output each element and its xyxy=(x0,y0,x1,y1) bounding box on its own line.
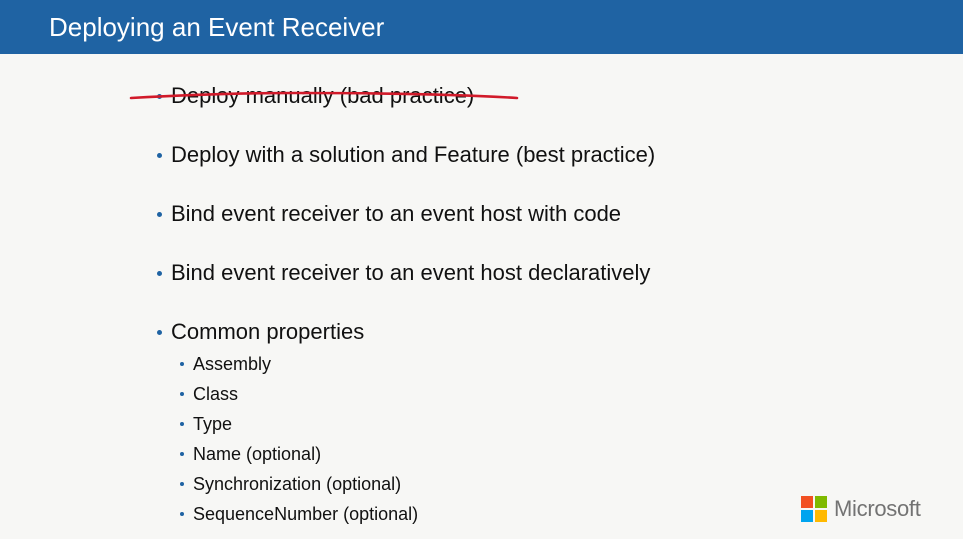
bullet-dot-icon xyxy=(157,153,162,158)
slide-title: Deploying an Event Receiver xyxy=(49,12,385,42)
sub-bullet-text: Name (optional) xyxy=(193,444,322,464)
microsoft-logo-icon xyxy=(801,496,828,523)
sub-bullet-item: Type xyxy=(180,412,232,436)
sub-bullet-text: Synchronization (optional) xyxy=(193,474,402,494)
bullet-text: Bind event receiver to an event host wit… xyxy=(171,201,622,226)
microsoft-logo-text: Microsoft xyxy=(834,496,921,521)
bullet-item: Deploy with a solution and Feature (best… xyxy=(157,141,655,169)
bullet-item: Common properties xyxy=(157,318,364,346)
bullet-item: Bind event receiver to an event host dec… xyxy=(157,259,650,287)
sub-bullet-item: Name (optional) xyxy=(180,442,321,466)
sub-bullet-item: Assembly xyxy=(180,352,271,376)
bullet-text: Bind event receiver to an event host dec… xyxy=(171,260,651,285)
bullet-item: Bind event receiver to an event host wit… xyxy=(157,200,621,228)
strike-stroke xyxy=(129,91,519,100)
sub-bullet-text: Assembly xyxy=(193,354,272,374)
bullet-dot-icon xyxy=(157,330,162,335)
strikethrough-annotation xyxy=(129,91,519,100)
sub-bullet-item: SequenceNumber (optional) xyxy=(180,502,418,526)
bullet-dot-icon xyxy=(180,512,184,516)
logo-square-yellow xyxy=(815,510,827,522)
bullet-dot-icon xyxy=(180,452,184,456)
logo-square-red xyxy=(801,496,813,508)
bullet-dot-icon xyxy=(180,362,184,366)
microsoft-logo: Microsoft xyxy=(801,496,926,524)
bullet-dot-icon xyxy=(180,482,184,486)
sub-bullet-text: Type xyxy=(193,414,233,434)
logo-square-blue xyxy=(801,510,813,522)
sub-bullet-text: SequenceNumber (optional) xyxy=(193,504,419,524)
bullet-text: Common properties xyxy=(171,319,365,344)
bullet-dot-icon xyxy=(157,212,162,217)
bullet-dot-icon xyxy=(180,422,184,426)
title-bar: Deploying an Event Receiver xyxy=(0,0,963,54)
bullet-dot-icon xyxy=(180,392,184,396)
bullet-dot-icon xyxy=(157,271,162,276)
sub-bullet-item: Class xyxy=(180,382,238,406)
bullet-text: Deploy with a solution and Feature (best… xyxy=(171,142,656,167)
logo-square-green xyxy=(815,496,827,508)
sub-bullet-text: Class xyxy=(193,384,239,404)
sub-bullet-item: Synchronization (optional) xyxy=(180,472,401,496)
